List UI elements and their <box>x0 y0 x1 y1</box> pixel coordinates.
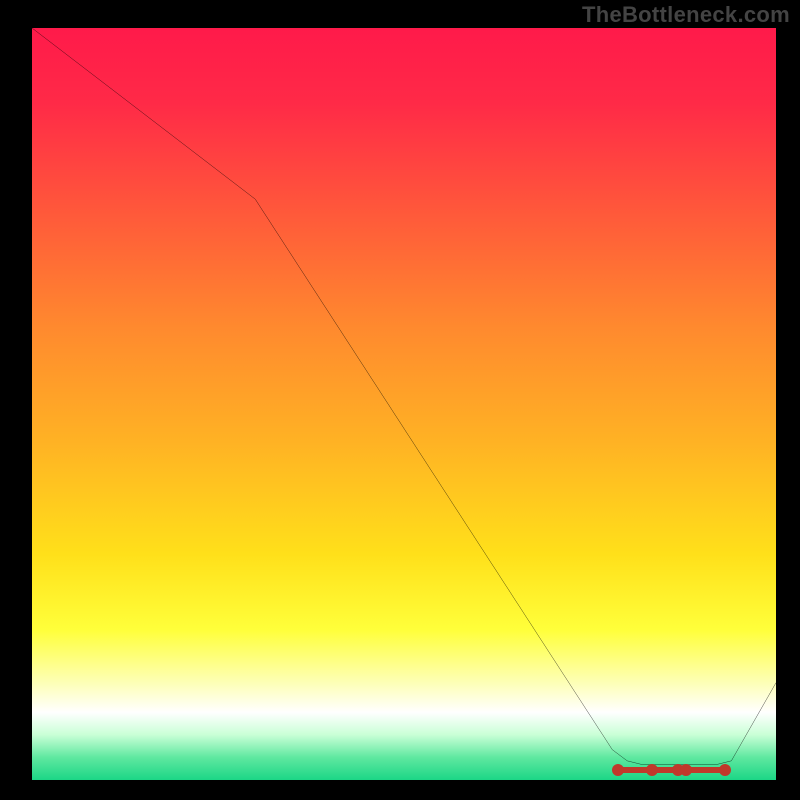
bottleneck-curve <box>32 28 776 772</box>
attribution-label: TheBottleneck.com <box>582 2 790 28</box>
plot-area <box>32 28 776 780</box>
optimal-zone-dot <box>612 764 624 776</box>
optimal-zone-dot <box>719 764 731 776</box>
curve-path <box>32 28 776 765</box>
optimal-zone-dot <box>680 764 692 776</box>
optimal-zone-dot <box>646 764 658 776</box>
chart-frame: TheBottleneck.com <box>0 0 800 800</box>
optimal-zone-marker <box>612 764 731 776</box>
